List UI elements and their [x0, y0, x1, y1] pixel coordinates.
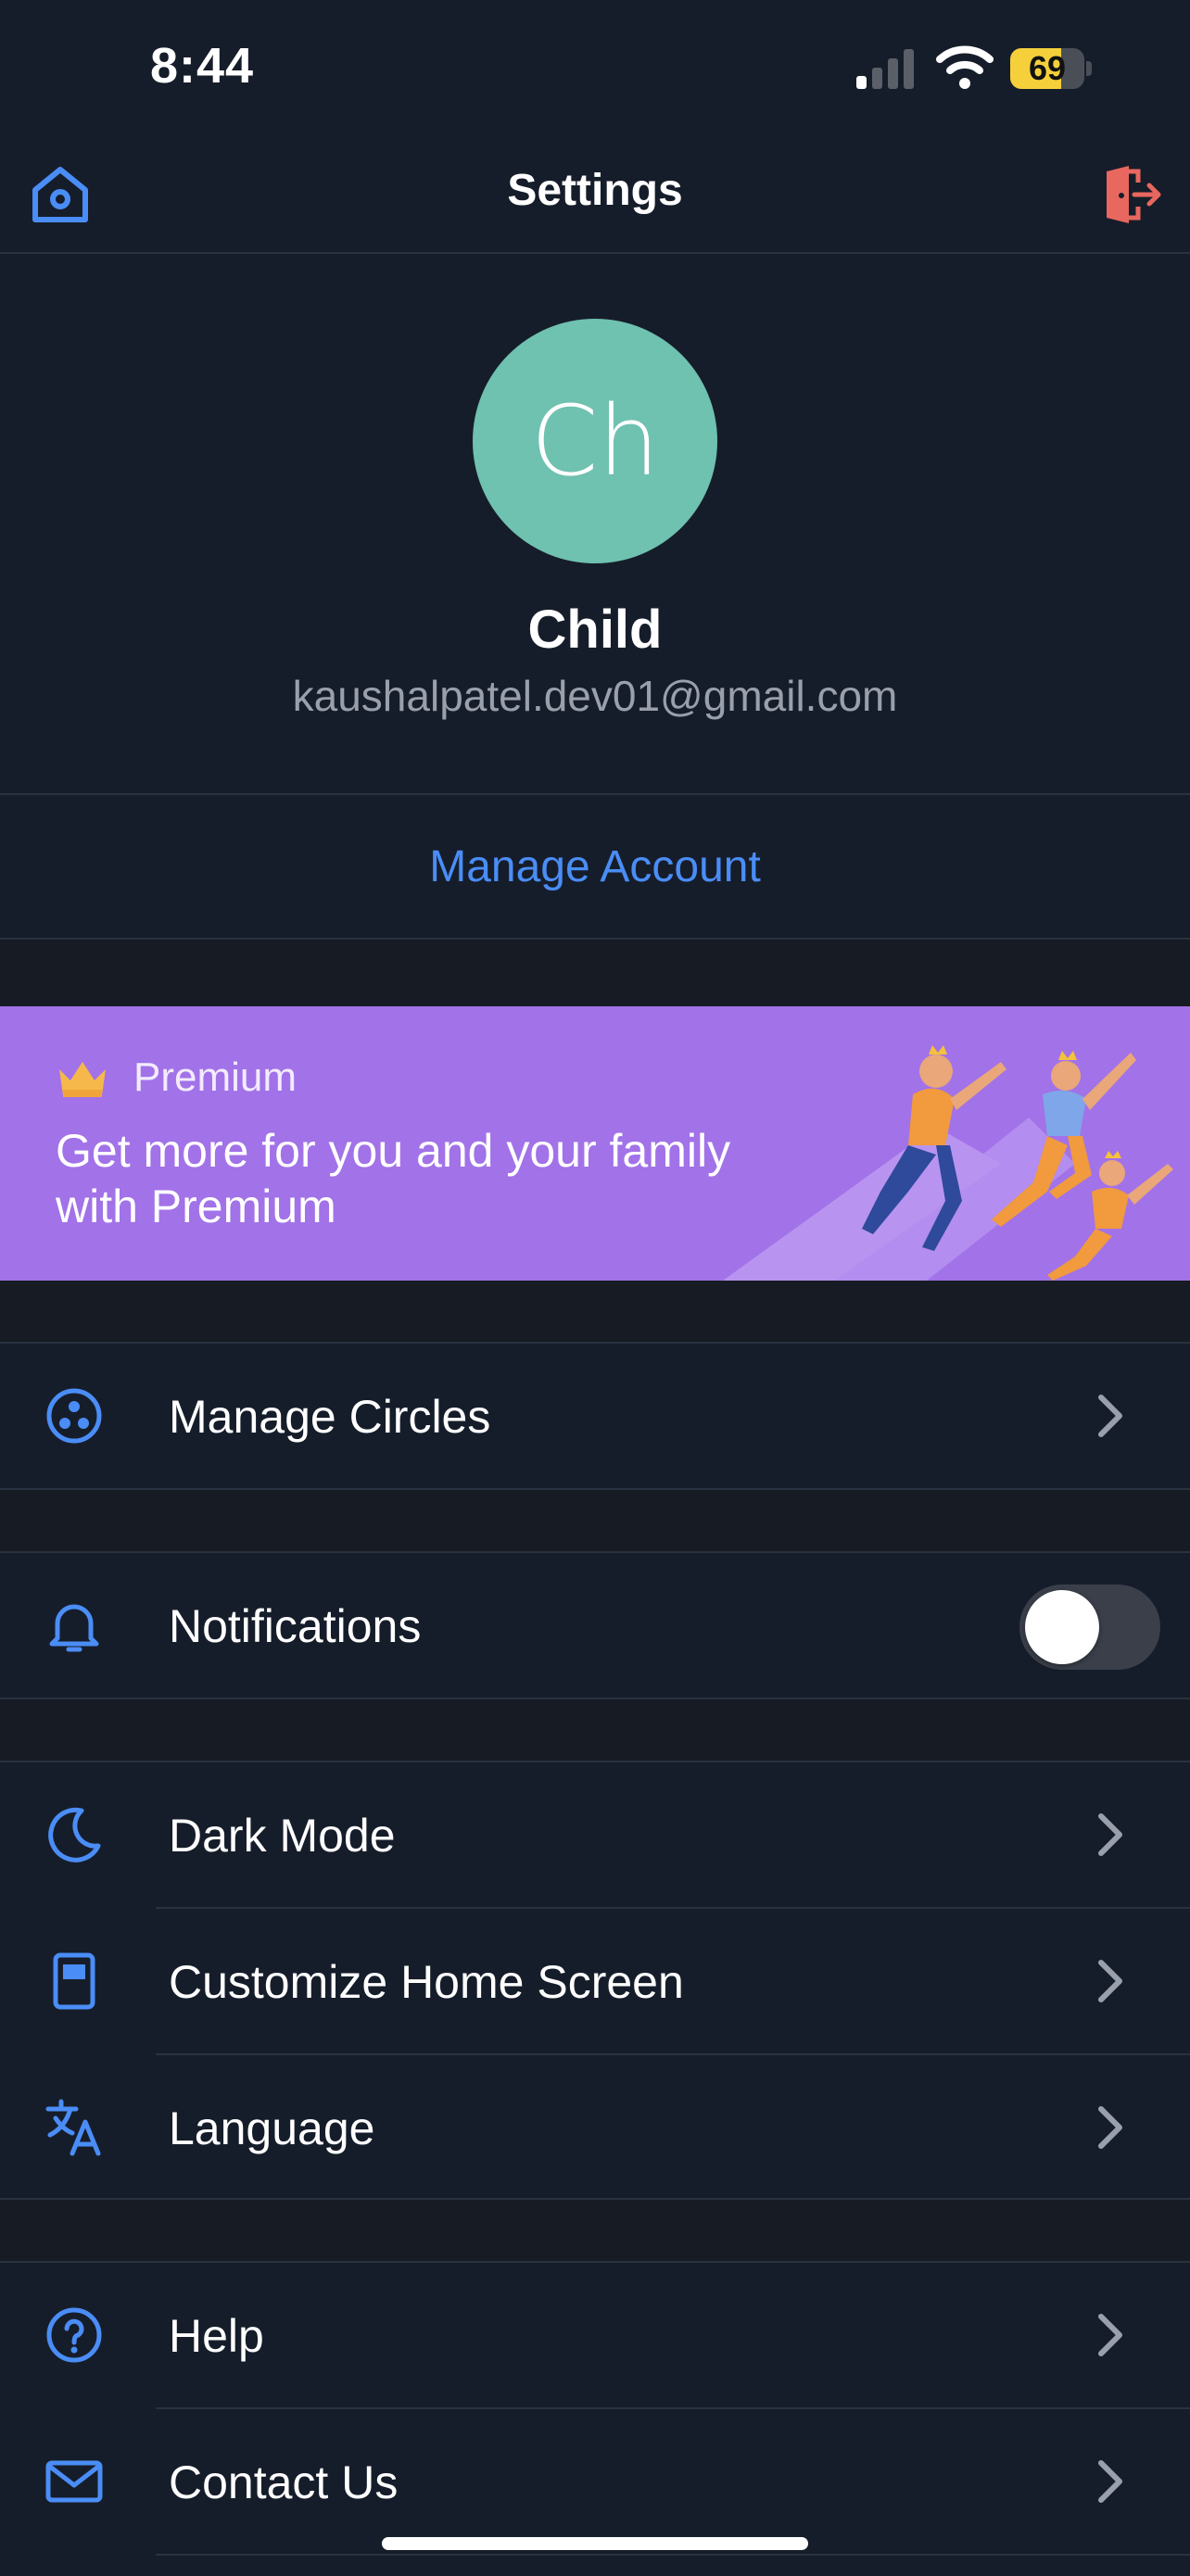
support-section: Help Contact Us	[0, 2261, 1190, 2576]
chevron-right-icon	[1098, 2460, 1122, 2503]
help-label: Help	[169, 2310, 264, 2362]
chevron-right-icon	[1098, 1395, 1122, 1437]
contact-us-row[interactable]: Contact Us	[0, 2409, 1190, 2554]
phone-screen-icon	[53, 1952, 95, 2010]
help-row[interactable]: Help	[0, 2263, 1190, 2407]
battery-level: 69	[1028, 49, 1067, 87]
chevron-right-icon	[1098, 1960, 1122, 2002]
chevron-right-icon	[1098, 2314, 1122, 2356]
notifications-row: Notifications	[0, 1553, 1190, 1698]
cellular-signal-icon	[856, 49, 914, 89]
moon-icon	[48, 1807, 101, 1863]
bell-icon	[49, 1604, 99, 1652]
page-title: Settings	[507, 166, 683, 215]
manage-account-label: Manage Account	[429, 842, 761, 891]
language-row[interactable]: Language	[0, 2055, 1190, 2200]
contact-us-label: Contact Us	[169, 2456, 399, 2508]
manage-circles-row[interactable]: Manage Circles	[0, 1344, 1190, 1488]
toggle-knob	[1025, 1590, 1099, 1664]
battery-icon: 69	[1010, 48, 1092, 91]
notifications-toggle[interactable]	[1019, 1585, 1160, 1670]
chevron-right-icon	[1098, 1813, 1122, 1856]
notifications-section: Notifications	[0, 1551, 1190, 1699]
wifi-icon	[936, 45, 994, 89]
avatar-initials: Ch	[530, 385, 660, 498]
dark-mode-label: Dark Mode	[169, 1810, 396, 1862]
family-flying-illustration	[723, 1045, 1173, 1281]
customize-home-screen-row[interactable]: Customize Home Screen	[0, 1909, 1190, 2053]
circles-icon	[46, 1388, 102, 1444]
translate-icon	[45, 2099, 101, 2156]
mail-icon	[45, 2460, 103, 2503]
customize-home-screen-label: Customize Home Screen	[169, 1956, 684, 2008]
status-time: 8:44	[150, 38, 255, 94]
premium-banner[interactable]: Premium Get more for you and your family…	[0, 1006, 1190, 1281]
question-icon	[46, 2307, 102, 2363]
chevron-right-icon	[1098, 2106, 1122, 2149]
display-section: Dark Mode Customize Home Screen Language	[0, 1761, 1190, 2200]
nav-bar: Settings	[0, 139, 1190, 254]
circles-section: Manage Circles	[0, 1342, 1190, 1490]
home-indicator[interactable]	[382, 2537, 808, 2550]
divider	[156, 2554, 1190, 2556]
premium-text: Get more for you and your family with Pr…	[56, 1125, 731, 1232]
status-bar: 8:44 69	[0, 0, 1190, 139]
crown-icon	[59, 1062, 106, 1097]
profile-name: Child	[527, 600, 663, 660]
dark-mode-row[interactable]: Dark Mode	[0, 1762, 1190, 1907]
profile-email: kaushalpatel.dev01@gmail.com	[292, 672, 898, 720]
manage-account-button[interactable]: Manage Account	[0, 795, 1190, 940]
exit-icon[interactable]	[1099, 162, 1164, 227]
manage-circles-label: Manage Circles	[169, 1391, 491, 1443]
avatar: Ch	[473, 319, 717, 563]
notifications-label: Notifications	[169, 1600, 422, 1652]
profile-card: Ch Child kaushalpatel.dev01@gmail.com	[0, 254, 1190, 795]
language-label: Language	[169, 2102, 375, 2154]
premium-label: Premium	[133, 1054, 298, 1100]
